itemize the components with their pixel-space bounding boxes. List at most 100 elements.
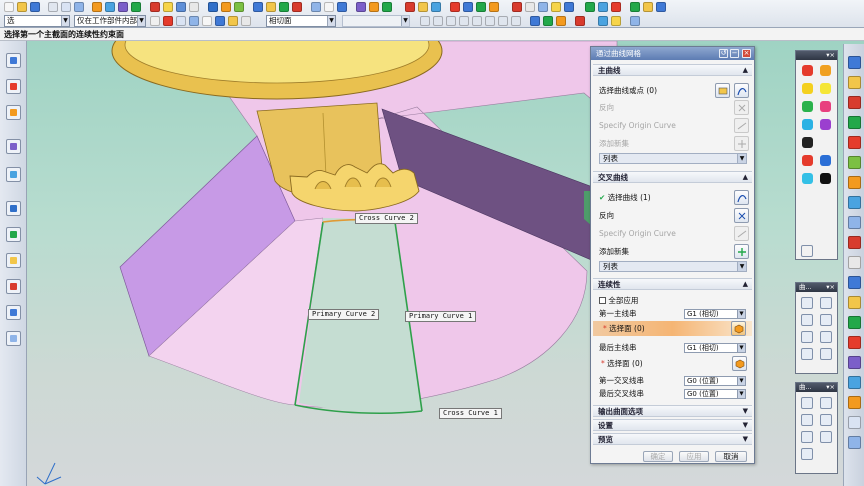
- wireframe-icon[interactable]: [538, 2, 548, 12]
- unite-icon[interactable]: [208, 2, 218, 12]
- orient-view-icon[interactable]: [611, 2, 621, 12]
- apply-all-checkbox[interactable]: [599, 297, 606, 304]
- measure-icon[interactable]: [450, 2, 460, 12]
- wireframe-dim-icon[interactable]: [848, 376, 861, 389]
- redo-icon[interactable]: [611, 16, 621, 26]
- origin-curve-icon[interactable]: [734, 226, 749, 241]
- cube-icon[interactable]: [801, 245, 813, 257]
- color-swatch[interactable]: [802, 101, 813, 112]
- history-icon[interactable]: [6, 201, 21, 216]
- edit-object-icon[interactable]: [489, 2, 499, 12]
- surface-icon[interactable]: [356, 2, 366, 12]
- through-curve-mesh-icon[interactable]: [382, 2, 392, 12]
- color-swatch[interactable]: [820, 137, 831, 148]
- sew-icon[interactable]: [405, 2, 415, 12]
- static-wire-icon[interactable]: [848, 296, 861, 309]
- existing-point-snap-icon[interactable]: [485, 16, 495, 26]
- shaded-icon[interactable]: [525, 2, 535, 12]
- trim-body-icon[interactable]: [253, 2, 263, 12]
- swept-tool-icon[interactable]: [801, 314, 813, 326]
- face-select-icon[interactable]: [731, 321, 746, 336]
- face-select-icon[interactable]: [732, 356, 747, 371]
- top-view-icon[interactable]: [848, 116, 861, 129]
- color-swatch[interactable]: [802, 155, 813, 166]
- face-rule-icon[interactable]: [202, 16, 212, 26]
- ruled-tool-icon[interactable]: [820, 314, 832, 326]
- hole-icon[interactable]: [131, 2, 141, 12]
- left-view-icon[interactable]: [848, 196, 861, 209]
- system-scenes-icon[interactable]: [6, 331, 21, 346]
- close-icon[interactable]: ▾×: [826, 283, 835, 292]
- edit-palette-title[interactable]: 曲... ▾×: [796, 383, 837, 392]
- render-icon[interactable]: [512, 2, 522, 12]
- through-mesh-tool-icon[interactable]: [820, 297, 832, 309]
- bottom-view-icon[interactable]: [848, 216, 861, 229]
- snap-point-icon[interactable]: [163, 16, 173, 26]
- shaded-icon[interactable]: [848, 276, 861, 289]
- preview-header[interactable]: 预览 ▼: [593, 433, 752, 445]
- section-view-icon[interactable]: [630, 2, 640, 12]
- paste-icon[interactable]: [74, 2, 84, 12]
- color-swatch[interactable]: [820, 101, 831, 112]
- close-icon[interactable]: ▾×: [826, 383, 835, 392]
- curve-rule-icon[interactable]: [189, 16, 199, 26]
- snapshot-icon[interactable]: [643, 2, 653, 12]
- layer-icon[interactable]: [463, 2, 473, 12]
- point-icon[interactable]: [337, 2, 347, 12]
- first-primary-face-select[interactable]: * 选择面 (0): [593, 321, 752, 336]
- part-navigator-icon[interactable]: [6, 105, 21, 120]
- endpoint-snap-icon[interactable]: [420, 16, 430, 26]
- color-swatch[interactable]: [802, 65, 813, 76]
- primary-reverse-row[interactable]: 反向: [599, 100, 749, 115]
- info-icon[interactable]: [630, 16, 640, 26]
- front-view-icon[interactable]: [848, 136, 861, 149]
- studio-surface-tool-icon[interactable]: [801, 348, 813, 360]
- project-curve-tool-icon[interactable]: [801, 431, 813, 443]
- offset-curve-tool-icon[interactable]: [820, 414, 832, 426]
- through-curves-icon[interactable]: [369, 2, 379, 12]
- pan-icon[interactable]: [585, 2, 595, 12]
- manufacturing-wizard-icon[interactable]: [6, 279, 21, 294]
- reverse-direction-icon[interactable]: [734, 208, 749, 223]
- ok-button[interactable]: 确定: [643, 451, 673, 462]
- subtract-icon[interactable]: [221, 2, 231, 12]
- process-studio-icon[interactable]: [6, 253, 21, 268]
- point-dialog-button[interactable]: [715, 83, 730, 98]
- trim-curve-tool-icon[interactable]: [801, 448, 813, 460]
- offset-face-icon[interactable]: [279, 2, 289, 12]
- add-new-set-icon[interactable]: [734, 136, 749, 151]
- scope-select[interactable]: 仅在工作部件内部 ▼: [74, 15, 146, 27]
- primary-add-set-row[interactable]: 添加新集: [599, 136, 749, 151]
- isometric-view-icon[interactable]: [848, 96, 861, 109]
- last-cross-select[interactable]: G0 (位置) ▼: [684, 389, 746, 399]
- work-layer-icon[interactable]: [530, 16, 540, 26]
- bounded-plane-tool-icon[interactable]: [801, 331, 813, 343]
- thicken-icon[interactable]: [418, 2, 428, 12]
- add-new-set-icon[interactable]: [734, 244, 749, 259]
- cross-reverse-row[interactable]: 反向: [599, 208, 749, 223]
- section-icon[interactable]: [848, 436, 861, 449]
- hidden-wire-icon[interactable]: [848, 396, 861, 409]
- first-cross-select[interactable]: G0 (位置) ▼: [684, 376, 746, 386]
- primary-curves-header[interactable]: 主曲线 ▲: [593, 64, 752, 76]
- view-cube-icon[interactable]: [848, 56, 861, 69]
- new-file-icon[interactable]: [4, 2, 14, 12]
- cross-list-toggle[interactable]: 列表 ▼: [599, 261, 747, 272]
- bridge-curve-tool-icon[interactable]: [820, 431, 832, 443]
- on-face-snap-icon[interactable]: [511, 16, 521, 26]
- color-palette-title[interactable]: ▾×: [796, 51, 837, 60]
- render-style-icon[interactable]: [848, 76, 861, 89]
- show-hide-icon[interactable]: [476, 2, 486, 12]
- dialog-title-bar[interactable]: 通过曲线网格 ↺ − ×: [591, 47, 754, 60]
- midpoint-snap-icon[interactable]: [433, 16, 443, 26]
- n-sided-tool-icon[interactable]: [820, 331, 832, 343]
- reset-icon[interactable]: ↺: [719, 49, 728, 58]
- reuse-library-icon[interactable]: [6, 139, 21, 154]
- partial-shading-icon[interactable]: [848, 356, 861, 369]
- face-analysis-icon[interactable]: [848, 336, 861, 349]
- filter-icon[interactable]: [176, 16, 186, 26]
- back-view-icon[interactable]: [848, 236, 861, 249]
- constraint-navigator-icon[interactable]: [6, 79, 21, 94]
- pattern-icon[interactable]: [189, 2, 199, 12]
- apply-button[interactable]: 应用: [679, 451, 709, 462]
